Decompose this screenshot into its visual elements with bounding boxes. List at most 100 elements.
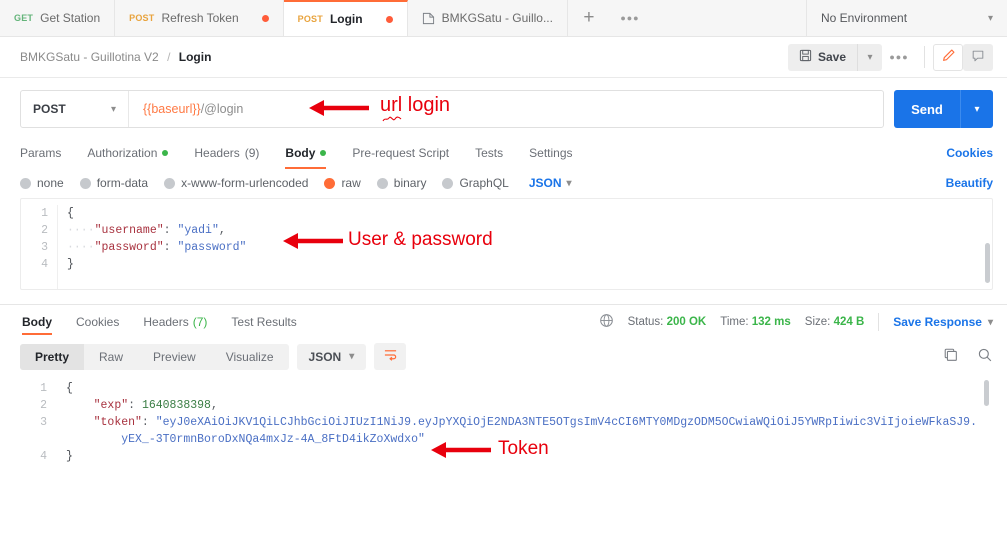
body-type-row: none form-data x-www-form-urlencoded raw…	[0, 168, 1007, 198]
body-type-label: binary	[393, 176, 427, 190]
code-line: }	[66, 450, 73, 463]
new-tab-button[interactable]: +	[568, 0, 610, 36]
chevron-down-icon: ▾	[566, 177, 572, 189]
copy-icon[interactable]	[943, 347, 959, 366]
line-number: 1	[40, 382, 47, 395]
code-line: "exp": 1640838398,	[93, 399, 218, 412]
response-view-segmented-control: Pretty Raw Preview Visualize	[20, 343, 289, 370]
request-body-editor[interactable]: 1 2 3 4 { ····"username": "yadi", ····"passwo…	[20, 198, 993, 290]
body-type-binary[interactable]: binary	[376, 176, 427, 190]
response-tab-cookies[interactable]: Cookies	[64, 305, 131, 339]
url-bar-row: POST ▾ {{baseurl}}/@login Send ▾	[0, 78, 1007, 138]
tab-badge: (9)	[244, 146, 260, 160]
wrap-lines-button[interactable]	[374, 343, 407, 370]
tab-label: Test Results	[231, 315, 297, 329]
tab-method-label: POST	[129, 13, 155, 23]
tab-params[interactable]: Params	[20, 138, 74, 168]
tab-settings[interactable]: Settings	[516, 138, 585, 168]
tab-label: Params	[20, 146, 62, 160]
tab-label: Tests	[475, 146, 504, 160]
response-view-visualize[interactable]: Visualize	[211, 344, 289, 370]
tab-label: Settings	[529, 146, 573, 160]
document-icon	[422, 12, 435, 25]
tab-title: Refresh Token	[161, 11, 239, 25]
response-view-pretty[interactable]: Pretty	[20, 343, 85, 370]
comments-button[interactable]	[963, 43, 993, 71]
tab-body[interactable]: Body	[272, 138, 339, 169]
postman-window: GET Get Station POST Refresh Token POST …	[0, 0, 1007, 552]
body-type-none[interactable]: none	[20, 176, 64, 190]
json-key-username: "username"	[94, 224, 164, 237]
search-icon[interactable]	[977, 347, 993, 366]
pencil-icon	[941, 48, 956, 66]
request-code-lines[interactable]: { ····"username": "yadi", ····"password": …	[57, 205, 992, 273]
line-number: 1	[41, 207, 48, 220]
response-header-bar: Body Cookies Headers (7) Test Results St…	[0, 305, 1007, 339]
code-line: {	[66, 382, 73, 395]
save-button[interactable]: Save	[787, 43, 857, 71]
request-editor-scrollbar[interactable]	[985, 243, 990, 283]
save-response-button[interactable]: Save Response ▾	[893, 315, 993, 329]
chevron-down-icon: ▾	[867, 51, 873, 63]
time-value: 132 ms	[751, 316, 791, 328]
comment-icon	[971, 49, 985, 66]
body-type-form-data[interactable]: form-data	[79, 176, 148, 190]
cookies-link[interactable]: Cookies	[946, 146, 993, 160]
response-view-preview[interactable]: Preview	[138, 344, 211, 370]
response-tab-test-results[interactable]: Test Results	[219, 305, 308, 339]
url-input[interactable]: {{baseurl}}/@login	[129, 91, 883, 127]
request-tab-refresh-token[interactable]: POST Refresh Token	[115, 0, 284, 36]
response-format-selector[interactable]: JSON ▾	[296, 343, 367, 370]
tab-tests[interactable]: Tests	[462, 138, 516, 168]
json-value-token-line1: "eyJ0eXAiOiJKV1QiLCJhbGciOiJIUzI1NiJ9.ey…	[155, 416, 977, 429]
wrap-lines-icon	[383, 348, 398, 365]
body-type-x-www-form-urlencoded[interactable]: x-www-form-urlencoded	[164, 176, 308, 190]
save-disk-icon	[799, 49, 812, 65]
http-method-label: POST	[33, 102, 66, 116]
body-format-selector[interactable]: JSON ▾	[529, 176, 572, 190]
response-view-raw[interactable]: Raw	[84, 344, 138, 370]
breadcrumb-collection[interactable]: BMKGSatu - Guillotina V2	[20, 50, 159, 64]
tab-headers[interactable]: Headers (9)	[181, 138, 272, 168]
response-editor-scrollbar[interactable]	[984, 380, 989, 406]
time-label: Time:	[720, 316, 749, 328]
response-status-group: Status: 200 OK Time: 132 ms Size: 424 B …	[599, 313, 993, 331]
send-button[interactable]: Send	[894, 90, 960, 128]
body-type-graphql[interactable]: GraphQL	[442, 176, 509, 190]
json-value-password: "password"	[177, 241, 247, 254]
beautify-button[interactable]: Beautify	[946, 176, 993, 190]
line-number: 2	[40, 399, 47, 412]
tab-authorization[interactable]: Authorization	[74, 138, 181, 168]
edit-request-button[interactable]	[933, 43, 963, 71]
response-body-viewer[interactable]: 1 2 3 4 { "exp": 1640838398, "token": "e…	[20, 376, 993, 486]
request-line-numbers: 1 2 3 4	[21, 205, 57, 273]
tab-overflow-menu-button[interactable]: ●●●	[610, 0, 650, 36]
environment-selector[interactable]: No Environment ▾	[807, 0, 1007, 36]
header-actions: Save ▾ ●●●	[787, 43, 993, 71]
chevron-down-icon: ▾	[987, 12, 993, 24]
response-tab-headers[interactable]: Headers (7)	[131, 305, 219, 339]
code-line: {	[67, 207, 74, 220]
tab-label: Headers	[143, 315, 189, 329]
tabstrip-spacer	[649, 0, 807, 36]
chevron-down-icon: ▾	[349, 351, 355, 362]
time-block: Time: 132 ms	[720, 316, 791, 328]
tab-pre-request-script[interactable]: Pre-request Script	[339, 138, 462, 168]
tab-label: Headers	[194, 146, 240, 160]
save-options-button[interactable]: ▾	[857, 43, 882, 71]
request-tab-collection-overview[interactable]: BMKGSatu - Guillo...	[407, 0, 568, 36]
body-type-raw[interactable]: raw	[324, 176, 361, 190]
send-options-button[interactable]: ▾	[960, 90, 993, 128]
response-code-lines[interactable]: { "exp": 1640838398, "token": "eyJ0eXAiO…	[56, 380, 993, 465]
request-more-menu-button[interactable]: ●●●	[882, 44, 916, 71]
size-label: Size:	[804, 316, 831, 328]
request-tab-get-station[interactable]: GET Get Station	[0, 0, 116, 36]
request-tab-login[interactable]: POST Login	[283, 0, 408, 36]
code-line: ····"username": "yadi",	[67, 224, 226, 237]
json-key-token: "token"	[93, 416, 142, 429]
http-method-selector[interactable]: POST ▾	[21, 91, 129, 127]
chevron-down-icon: ▾	[110, 103, 116, 115]
response-tab-body[interactable]: Body	[10, 305, 64, 339]
code-line: ····"password": "password"	[67, 241, 247, 254]
tab-method-label: GET	[14, 13, 34, 23]
